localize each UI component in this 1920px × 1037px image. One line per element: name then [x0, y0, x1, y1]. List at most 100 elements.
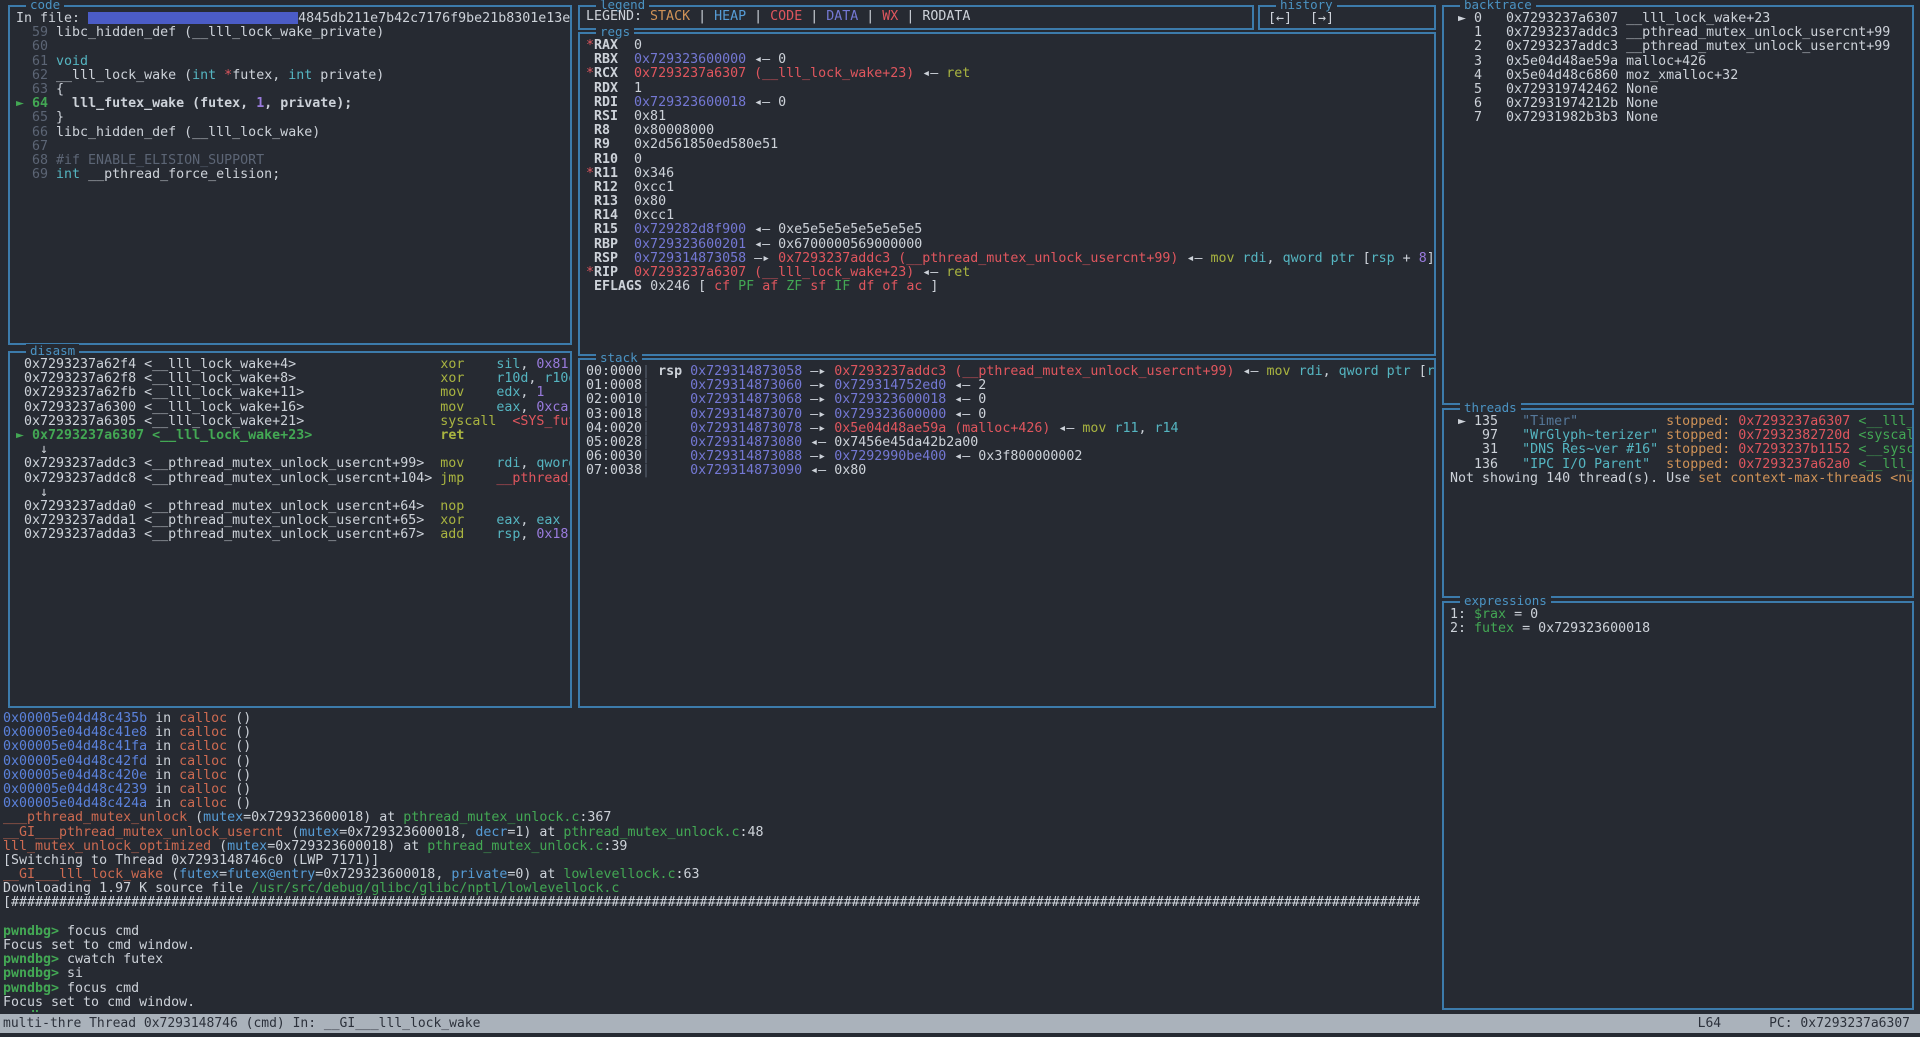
text-run: in	[147, 783, 179, 797]
terminal-line: 0x00005e04d48c41e8 in calloc ()	[3, 726, 1433, 740]
terminal-line: *R11 0x346	[586, 167, 1434, 181]
text-run	[650, 450, 690, 464]
text-run: 0x7293237addc8 <__pthread_mutex_unlock_u…	[16, 472, 432, 486]
text-run: ◂—	[914, 67, 946, 81]
text-run: qword ptr	[1339, 365, 1411, 379]
text-run: |	[858, 10, 882, 24]
text-run: 69	[16, 168, 56, 182]
text-run: edx	[496, 386, 520, 400]
text-run: 5 0x729319742462 None	[1450, 83, 1658, 97]
text-run: calloc	[179, 712, 227, 726]
text-run: r14	[1154, 422, 1178, 436]
text-run: 0x729323600018	[834, 393, 946, 407]
legend-row: LEGEND: STACK | HEAP | CODE | DATA | WX …	[580, 7, 1252, 28]
text-run: 31	[1450, 443, 1522, 457]
terminal-line: *RCX 0x7293237a6307 (__lll_lock_wake+23)…	[586, 67, 1434, 81]
text-run	[586, 209, 594, 223]
text-run: ]	[930, 280, 938, 294]
terminal-line: RSI 0x81	[586, 110, 1434, 124]
terminal-line: R8 0x80008000	[586, 124, 1434, 138]
terminal-line: 0x7293237adda1 <__pthread_mutex_unlock_u…	[16, 514, 570, 528]
text-run: Downloading 1.97 K source file	[3, 882, 251, 896]
terminal-line: 68 #if ENABLE_ELISION_SUPPORT	[16, 154, 570, 168]
text-run: r10d	[496, 372, 528, 386]
text-run: pwndbg>	[3, 1010, 67, 1012]
text-run: RAX	[594, 39, 634, 53]
text-run: 0x7293237a6307 (__lll_lock_wake+23)	[634, 266, 914, 280]
text-run: 1 0x7293237addc3 __pthread_mutex_unlock_…	[1450, 26, 1890, 40]
text-run: R9	[594, 138, 634, 152]
terminal-line: pwndbg>	[3, 1010, 1433, 1012]
text-run: xor	[440, 514, 464, 528]
terminal-line: ► 64 lll_futex_wake (futex, 1, private);	[16, 97, 570, 111]
text-run: (	[211, 840, 227, 854]
terminal-line: 0x7293237addc8 <__pthread_mutex_unlock_u…	[16, 472, 570, 486]
text-run: —▸	[802, 422, 834, 436]
text-run: :48	[740, 826, 764, 840]
text-run: ret	[946, 266, 970, 280]
text-run: calloc	[179, 755, 227, 769]
terminal-line: Not showing 140 thread(s). Use set conte…	[1450, 472, 1912, 486]
text-run: of	[882, 280, 906, 294]
text-run: ◂— 2	[946, 379, 986, 393]
terminal-line: 3 0x5e04d48ae59a malloc+426	[1450, 55, 1912, 69]
terminal-line: R12 0xcc1	[586, 181, 1434, 195]
terminal-line: 0x7293237a62fb <__lll_lock_wake+11> mov …	[16, 386, 570, 400]
text-run: LEGEND:	[586, 10, 650, 24]
text-run: ◂— 0x3f800000002	[946, 450, 1082, 464]
text-run: futex@entry	[227, 868, 315, 882]
text-run: 0x81	[634, 110, 666, 124]
terminal-line: In file: 4845db211e7b42c7176f9be21b8301e…	[16, 12, 570, 26]
status-line-indicator: L64	[1698, 1014, 1721, 1033]
text-run: RDX	[594, 82, 634, 96]
terminal-line: 0x7293237a62f4 <__lll_lock_wake+4> xor s…	[16, 358, 570, 372]
text-run: in	[147, 797, 179, 811]
history-forward-button[interactable]: [→]	[1310, 11, 1334, 28]
text-run: EFLAGS	[594, 280, 650, 294]
text-run: stopped:	[1666, 458, 1738, 472]
text-run: ()	[227, 797, 251, 811]
terminal-line: 7 0x72931982b3b3 None	[1450, 111, 1912, 125]
text-run: 04:0020	[586, 422, 642, 436]
text-run	[568, 528, 570, 542]
text-run: 1	[634, 82, 642, 96]
text-run: mov	[440, 457, 464, 471]
text-run: ,	[520, 386, 536, 400]
command-output-log[interactable]: 0x00005e04d48c435b in calloc ()0x00005e0…	[3, 712, 1433, 1012]
terminal-line: ► 135 "Timer" stopped: 0x7293237a6307 <_…	[1450, 415, 1912, 429]
terminal-line: R9 0x2d561850ed580e51	[586, 138, 1434, 152]
text-run: $rax	[1474, 608, 1506, 622]
terminal-line: 59 libc_hidden_def (__lll_lock_wake_priv…	[16, 26, 570, 40]
text-run: rsp	[658, 365, 682, 379]
text-run: 62	[16, 69, 56, 83]
text-run: ◂— 0	[746, 96, 786, 110]
history-back-button[interactable]: [←]	[1268, 11, 1292, 28]
text-run: │	[642, 365, 650, 379]
text-run: pthread_mutex_unlock.c	[563, 826, 739, 840]
text-run: , private);	[264, 97, 352, 111]
text-run: 0x729314873068	[690, 393, 802, 407]
text-run	[304, 386, 440, 400]
terminal-line: [#######################################…	[3, 896, 1433, 910]
text-run	[464, 372, 496, 386]
text-run: libc_hidden_def (__lll_lock_wake)	[56, 126, 320, 140]
text-run: 00:0000	[586, 365, 642, 379]
text-run: __lll_lock_wake (	[56, 69, 192, 83]
text-run: 2:	[1450, 622, 1474, 636]
text-run	[464, 401, 496, 415]
text-run: 03:0018	[586, 408, 642, 422]
text-run: :39	[603, 840, 627, 854]
text-run: in	[147, 769, 179, 783]
text-run: *	[224, 69, 232, 83]
text-run: [	[1411, 365, 1427, 379]
text-run: qword ptr	[536, 457, 570, 471]
text-run: 0x729314873058	[690, 365, 802, 379]
text-run: ()	[227, 712, 251, 726]
text-run: R15	[594, 223, 634, 237]
text-run: 05:0028	[586, 436, 642, 450]
text-run: —▸	[802, 365, 834, 379]
text-run: RBP	[594, 238, 634, 252]
text-run: eax	[496, 514, 520, 528]
terminal-line: 4 0x5e04d48c6860 moz_xmalloc+32	[1450, 69, 1912, 83]
status-thread-info: multi-thre Thread 0x7293148746 (cmd) In:…	[3, 1014, 480, 1033]
